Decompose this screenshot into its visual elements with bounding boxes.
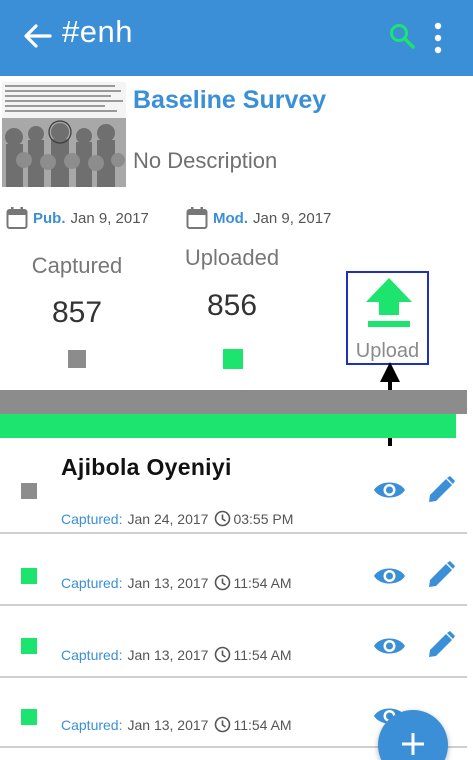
record-meta: Captured: Jan 24, 2017 03:55 PM <box>61 510 293 527</box>
status-square <box>21 483 37 499</box>
clock-icon <box>215 510 231 527</box>
status-square <box>21 709 37 725</box>
uploaded-status-square <box>223 349 243 369</box>
status-square <box>21 638 37 654</box>
clock-icon <box>215 716 231 733</box>
captured-label: Captured: <box>61 716 123 733</box>
plus-icon <box>402 733 424 755</box>
record-meta: Captured: Jan 13, 2017 11:54 AM <box>61 574 292 591</box>
record-meta: Captured: Jan 13, 2017 11:54 AM <box>61 716 292 733</box>
list-item[interactable]: Captured: Jan 13, 2017 11:54 AM <box>0 606 467 678</box>
app-title: #enh <box>62 14 133 49</box>
app-bar: #enh <box>0 0 473 76</box>
record-date: Jan 13, 2017 <box>127 574 209 591</box>
clock-icon <box>215 646 231 663</box>
captured-progress-bar <box>0 390 467 414</box>
survey-title[interactable]: Baseline Survey <box>133 85 333 116</box>
calendar-icon <box>186 207 208 229</box>
uploaded-label: Uploaded <box>184 245 280 270</box>
list-item[interactable]: Captured: Jan 13, 2017 11:54 AM <box>0 534 467 606</box>
modified-date: Mod. Jan 9, 2017 <box>186 206 331 230</box>
uploaded-count: 856 <box>206 289 258 322</box>
survey-description: No Description <box>133 148 278 173</box>
published-value: Jan 9, 2017 <box>70 209 149 227</box>
survey-photo <box>2 82 126 187</box>
pencil-icon[interactable] <box>427 561 455 589</box>
record-meta: Captured: Jan 13, 2017 11:54 AM <box>61 646 292 663</box>
record-time: 11:54 AM <box>233 646 292 663</box>
captured-label: Captured <box>31 253 123 278</box>
record-name: Ajibola Oyeniyi <box>61 454 232 480</box>
captured-label: Captured: <box>61 646 123 663</box>
published-date: Pub. Jan 9, 2017 <box>6 206 149 230</box>
eye-icon[interactable] <box>373 634 406 658</box>
modified-label: Mod. <box>213 209 248 227</box>
captured-count: 857 <box>51 296 103 329</box>
record-time: 11:54 AM <box>233 716 292 733</box>
arrow-left-icon[interactable] <box>22 20 54 52</box>
pencil-icon[interactable] <box>427 631 455 659</box>
upload-button[interactable]: Upload <box>346 271 429 365</box>
published-label: Pub. <box>33 209 66 227</box>
record-time: 11:54 AM <box>233 574 292 591</box>
record-date: Jan 13, 2017 <box>127 716 209 733</box>
eye-icon[interactable] <box>373 564 406 588</box>
eye-icon[interactable] <box>373 478 406 502</box>
status-square <box>21 568 37 584</box>
record-date: Jan 13, 2017 <box>127 646 209 663</box>
pencil-icon[interactable] <box>427 476 455 504</box>
survey-thumbnail <box>2 82 126 187</box>
captured-status-square <box>68 350 86 368</box>
record-date: Jan 24, 2017 <box>127 510 209 527</box>
record-time: 03:55 PM <box>233 510 294 527</box>
list-item[interactable]: Ajibola Oyeniyi Captured: Jan 24, 2017 0… <box>0 438 467 534</box>
search-icon[interactable] <box>388 22 416 50</box>
calendar-icon <box>6 207 28 229</box>
uploaded-progress-bar <box>0 414 456 438</box>
captured-label: Captured: <box>61 510 123 527</box>
clock-icon <box>215 574 231 591</box>
upload-icon <box>366 278 412 327</box>
captured-label: Captured: <box>61 574 123 591</box>
upload-label: Upload <box>355 340 420 362</box>
more-vert-icon[interactable] <box>430 20 446 56</box>
modified-value: Jan 9, 2017 <box>253 209 332 227</box>
